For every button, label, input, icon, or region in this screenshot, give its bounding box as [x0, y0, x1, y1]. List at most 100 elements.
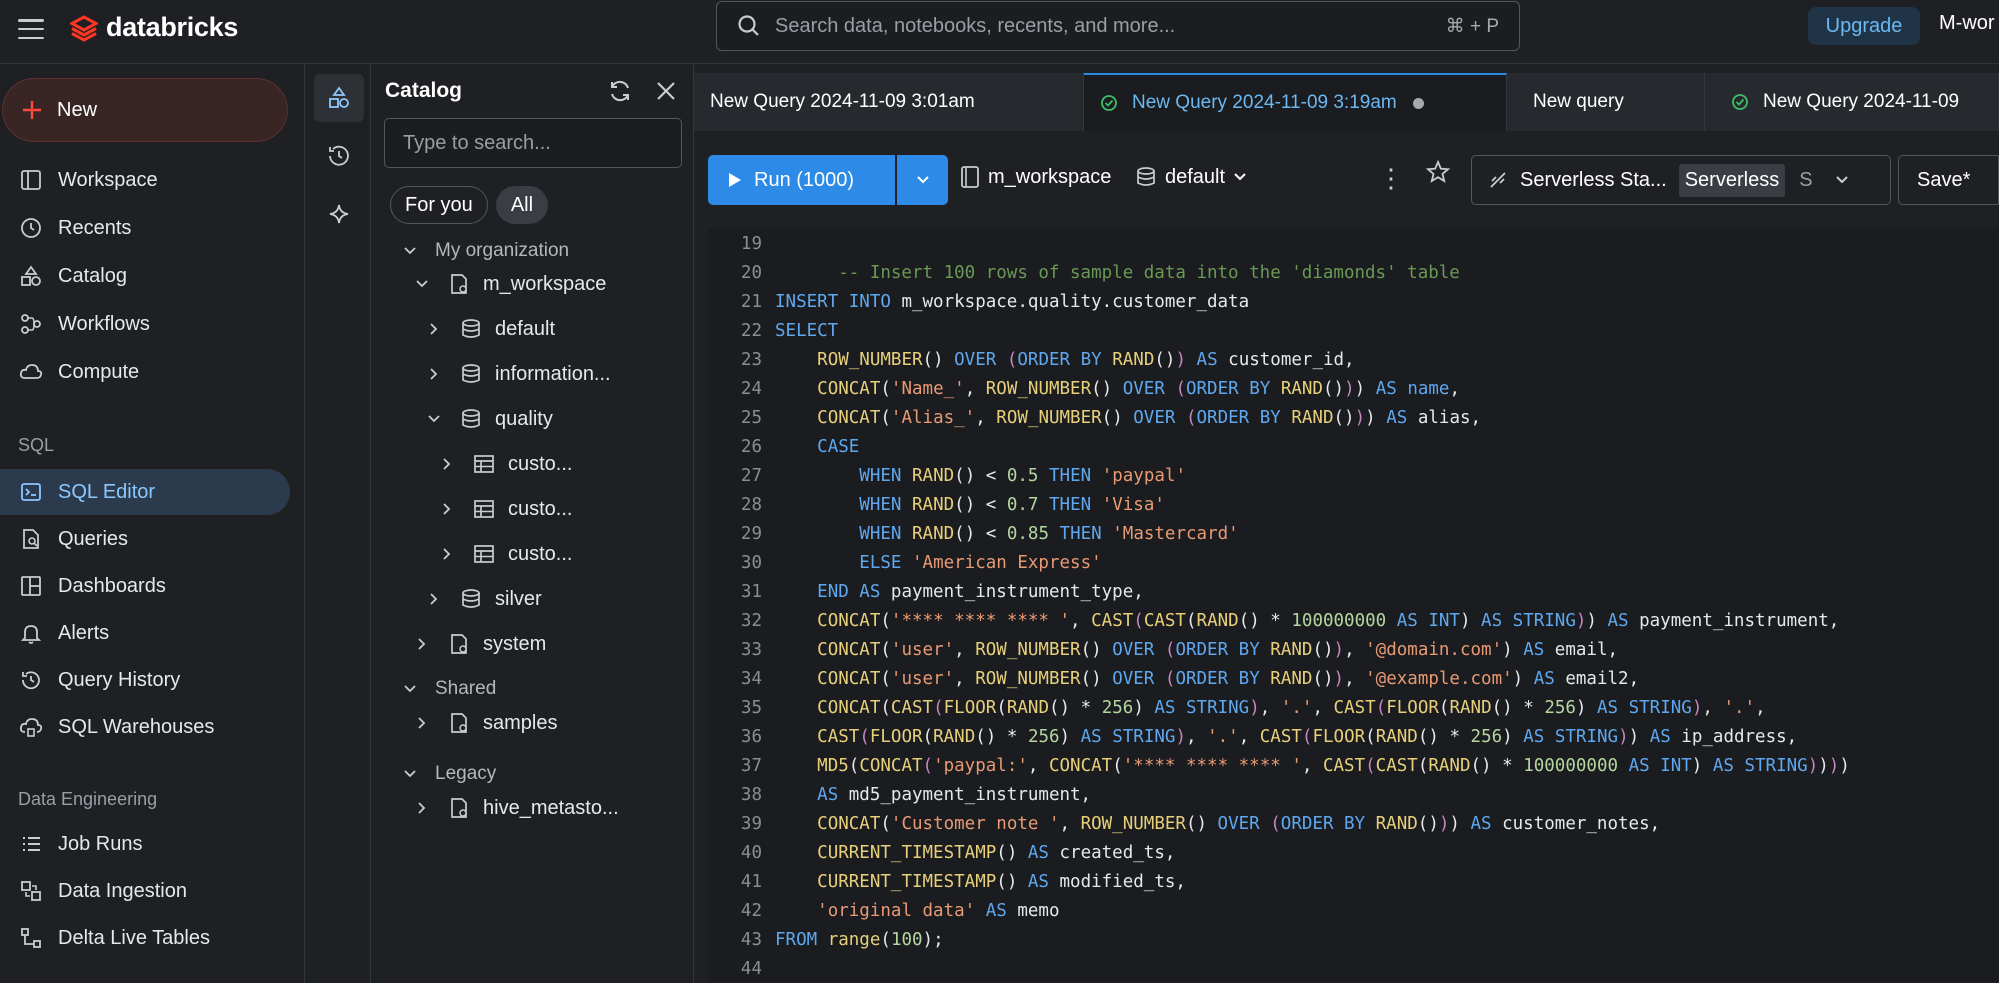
code-line[interactable]: 37 MD5(CONCAT('paypal:', CONCAT('**** **… — [708, 751, 1999, 780]
sidebar-item-workspace[interactable]: Workspace — [0, 157, 290, 203]
tree-section-shared[interactable]: Shared — [403, 678, 496, 700]
code-line[interactable]: 23 ROW_NUMBER() OVER (ORDER BY RAND()) A… — [708, 345, 1999, 374]
star-icon[interactable] — [1425, 159, 1451, 190]
schema-selector[interactable]: default — [1135, 165, 1247, 189]
tree-item-silver[interactable]: silver — [427, 587, 542, 611]
table-icon — [472, 497, 496, 521]
tree-item-information-schema[interactable]: information... — [427, 362, 611, 386]
sidebar-item-query-history[interactable]: Query History — [0, 657, 290, 703]
chevron-down-icon — [415, 277, 429, 291]
code-editor[interactable]: 19 20 -- Insert 100 rows of sample data … — [708, 229, 1999, 983]
line-number: 33 — [740, 639, 762, 660]
schema-icon — [459, 407, 483, 431]
tab-query-4[interactable]: New Query 2024-11-09 — [1705, 73, 1999, 131]
sidebar-item-queries[interactable]: Queries — [0, 516, 290, 562]
check-circle-icon — [1732, 94, 1748, 110]
sidebar-item-label: SQL Warehouses — [58, 715, 215, 738]
chevron-down-icon — [403, 682, 417, 696]
code-line[interactable]: 21 INSERT INTO m_workspace.quality.custom… — [708, 287, 1999, 316]
line-number: 22 — [740, 320, 762, 341]
tree-item-default[interactable]: default — [427, 317, 555, 341]
code-line[interactable]: 33 CONCAT('user', ROW_NUMBER() OVER (ORD… — [708, 635, 1999, 664]
tree-item-system[interactable]: system — [415, 632, 546, 656]
catalog-search-input[interactable]: Type to search... — [384, 118, 682, 168]
rail-assistant-button[interactable] — [314, 190, 364, 238]
sidebar-item-recents[interactable]: Recents — [0, 205, 290, 251]
tree-item-table-3[interactable]: custo... — [440, 542, 572, 566]
tab-query-301[interactable]: New Query 2024-11-09 3:01am — [694, 73, 1084, 131]
code-line[interactable]: 31 END AS payment_instrument_type, — [708, 577, 1999, 606]
code-line[interactable]: 29 WHEN RAND() < 0.85 THEN 'Mastercard' — [708, 519, 1999, 548]
code-line[interactable]: 32 CONCAT('**** **** **** ', CAST(CAST(R… — [708, 606, 1999, 635]
code-line[interactable]: 40 CURRENT_TIMESTAMP() AS created_ts, — [708, 838, 1999, 867]
sidebar-item-catalog[interactable]: Catalog — [0, 253, 290, 299]
chevron-right-icon — [440, 547, 454, 561]
code-line[interactable]: 41 CURRENT_TIMESTAMP() AS modified_ts, — [708, 867, 1999, 896]
more-options-icon[interactable]: ⋮ — [1378, 163, 1404, 194]
menu-icon[interactable] — [18, 16, 44, 42]
catalog-selector[interactable]: m_workspace — [960, 165, 1111, 189]
tab-query-319[interactable]: New Query 2024-11-09 3:19am — [1084, 73, 1507, 131]
save-button[interactable]: Save* — [1898, 155, 1999, 205]
code-line[interactable]: 30 ELSE 'American Express' — [708, 548, 1999, 577]
chip-all[interactable]: All — [495, 186, 549, 224]
upgrade-button[interactable]: Upgrade — [1808, 7, 1920, 45]
tree-item-m-workspace[interactable]: m_workspace — [415, 272, 606, 296]
code-line[interactable]: 27 WHEN RAND() < 0.5 THEN 'paypal' — [708, 461, 1999, 490]
tree-section-legacy[interactable]: Legacy — [403, 763, 496, 785]
code-line[interactable]: 38 AS md5_payment_instrument, — [708, 780, 1999, 809]
code-line[interactable]: 24 CONCAT('Name_', ROW_NUMBER() OVER (OR… — [708, 374, 1999, 403]
sidebar-item-data-ingestion[interactable]: Data Ingestion — [0, 868, 290, 914]
global-search-input[interactable]: Search data, notebooks, recents, and mor… — [716, 1, 1520, 51]
code-line[interactable]: 35 CONCAT(CAST(FLOOR(RAND() * 256) AS ST… — [708, 693, 1999, 722]
code-line[interactable]: 19 — [708, 229, 1999, 258]
code-line[interactable]: 28 WHEN RAND() < 0.7 THEN 'Visa' — [708, 490, 1999, 519]
tree-section-my-organization[interactable]: My organization — [403, 240, 569, 262]
close-icon[interactable] — [653, 78, 679, 109]
code-line[interactable]: 42 'original data' AS memo — [708, 896, 1999, 925]
workspace-switcher[interactable]: M-wor — [1939, 12, 1995, 35]
tree-item-table-2[interactable]: custo... — [440, 497, 572, 521]
tab-new-query[interactable]: New query — [1507, 73, 1705, 131]
code-line[interactable]: 34 CONCAT('user', ROW_NUMBER() OVER (ORD… — [708, 664, 1999, 693]
sidebar-item-sql-warehouses[interactable]: SQL Warehouses — [0, 704, 290, 750]
sidebar-item-dashboards[interactable]: Dashboards — [0, 563, 290, 609]
tree-item-hive-metastore[interactable]: hive_metasto... — [415, 796, 619, 820]
sidebar-item-label: Delta Live Tables — [58, 926, 210, 949]
code-line[interactable]: 25 CONCAT('Alias_', ROW_NUMBER() OVER (O… — [708, 403, 1999, 432]
search-shortcut: ⌘ + P — [1445, 15, 1499, 37]
code-line[interactable]: 22 SELECT — [708, 316, 1999, 345]
line-number: 36 — [740, 726, 762, 747]
tree-item-samples[interactable]: samples — [415, 711, 557, 735]
sidebar-item-sql-editor[interactable]: SQL Editor — [0, 469, 290, 515]
new-button[interactable]: New — [2, 78, 288, 142]
line-number: 26 — [740, 436, 762, 457]
chevron-right-icon — [415, 637, 429, 651]
tree-item-table-1[interactable]: custo... — [440, 452, 572, 476]
sidebar-item-delta-live-tables[interactable]: Delta Live Tables — [0, 915, 290, 961]
warehouse-selector[interactable]: Serverless Sta... Serverless S — [1471, 155, 1891, 205]
schema-selector-label: default — [1165, 165, 1226, 188]
tree-item-quality[interactable]: quality — [427, 407, 553, 431]
run-button[interactable]: Run (1000) — [708, 155, 895, 205]
search-placeholder: Search data, notebooks, recents, and mor… — [775, 14, 1176, 37]
run-options-button[interactable] — [897, 155, 948, 205]
code-line[interactable]: 44 — [708, 954, 1999, 983]
rail-history-button[interactable] — [314, 132, 364, 180]
sidebar-item-workflows[interactable]: Workflows — [0, 301, 290, 347]
clock-icon — [18, 215, 44, 241]
tree-label: quality — [495, 407, 553, 430]
line-number: 23 — [740, 349, 762, 370]
sidebar-item-alerts[interactable]: Alerts — [0, 610, 290, 656]
databricks-logo[interactable]: databricks — [70, 12, 238, 43]
sidebar-item-job-runs[interactable]: Job Runs — [0, 821, 290, 867]
code-line[interactable]: 43 FROM range(100); — [708, 925, 1999, 954]
chip-for-you[interactable]: For you — [390, 186, 488, 224]
code-line[interactable]: 20 -- Insert 100 rows of sample data int… — [708, 258, 1999, 287]
rail-catalog-button[interactable] — [314, 74, 364, 122]
code-line[interactable]: 39 CONCAT('Customer note ', ROW_NUMBER()… — [708, 809, 1999, 838]
code-line[interactable]: 36 CAST(FLOOR(RAND() * 256) AS STRING), … — [708, 722, 1999, 751]
refresh-icon[interactable] — [607, 78, 633, 109]
code-line[interactable]: 26 CASE — [708, 432, 1999, 461]
sidebar-item-compute[interactable]: Compute — [0, 349, 290, 395]
